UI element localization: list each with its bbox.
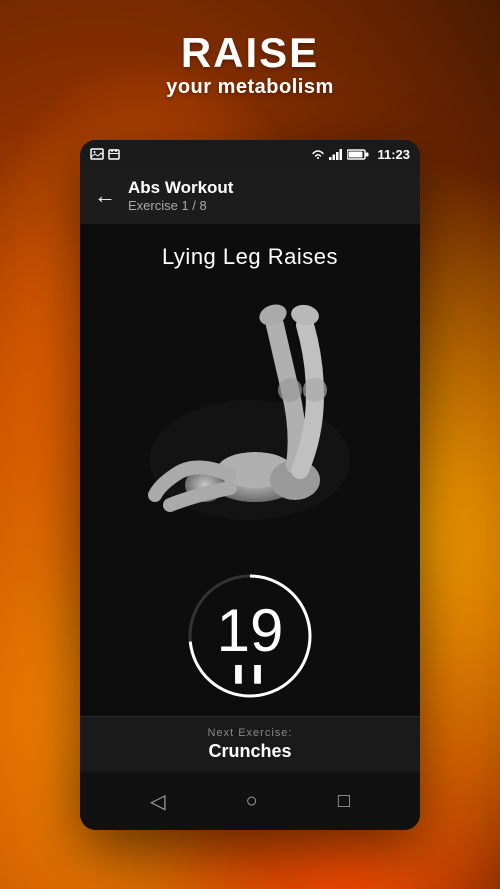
timer-value: 19 <box>217 601 284 661</box>
figure-container: 19 ❚❚ <box>80 270 420 716</box>
calendar-icon <box>108 148 120 160</box>
battery-icon <box>347 149 369 160</box>
workout-area: Lying Leg Raises <box>80 224 420 772</box>
exercise-figure <box>100 260 400 580</box>
workout-title: Abs Workout <box>128 178 233 198</box>
back-button[interactable]: ← <box>94 185 116 207</box>
subtitle-text: your metabolism <box>0 76 500 99</box>
raise-text: RAISE <box>0 30 500 76</box>
workout-info: Abs Workout Exercise 1 / 8 <box>128 178 233 214</box>
phone-mockup: 11:23 ← Abs Workout Exercise 1 / 8 Lying… <box>80 140 420 830</box>
nav-home-button[interactable]: ○ <box>246 790 258 813</box>
next-exercise-label: Next Exercise: <box>80 727 420 739</box>
status-bar: 11:23 <box>80 140 420 168</box>
nav-back-button[interactable]: ◁ <box>150 789 165 814</box>
wifi-icon <box>311 149 325 160</box>
image-icon <box>90 148 104 160</box>
status-left-icons <box>90 148 120 160</box>
next-exercise-name: Crunches <box>80 741 420 762</box>
status-right-icons <box>311 149 369 160</box>
exercise-progress: Exercise 1 / 8 <box>128 198 233 214</box>
header-section: RAISE your metabolism <box>0 30 500 99</box>
bottom-nav: ◁ ○ □ <box>80 772 420 830</box>
status-time: 11:23 <box>377 147 410 162</box>
top-bar: ← Abs Workout Exercise 1 / 8 <box>80 168 420 224</box>
timer-circle[interactable]: 19 ❚❚ <box>180 566 320 706</box>
signal-icon <box>329 149 343 160</box>
nav-recents-button[interactable]: □ <box>338 790 350 813</box>
pause-button[interactable]: ❚❚ <box>231 663 269 684</box>
exercise-name: Lying Leg Raises <box>162 244 338 270</box>
next-exercise-section: Next Exercise: Crunches <box>80 716 420 772</box>
